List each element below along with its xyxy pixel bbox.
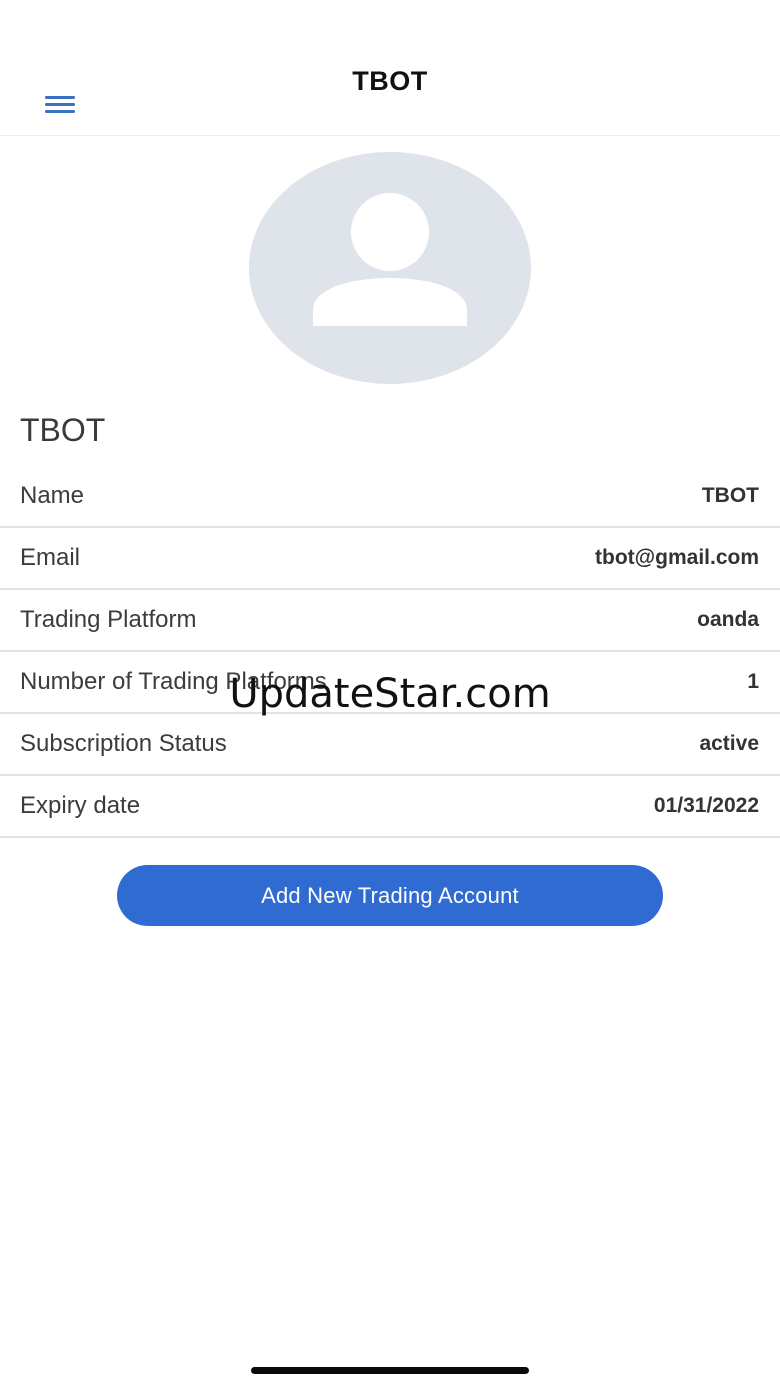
detail-value: TBOT xyxy=(701,484,759,507)
profile-name: TBOT xyxy=(20,412,106,448)
detail-label: Email xyxy=(20,544,81,571)
detail-label: Number of Trading Platforms xyxy=(20,668,327,695)
account-details-list: Name TBOT Email tbot@gmail.com Trading P… xyxy=(0,466,780,838)
detail-row-subscription-status: Subscription Status active xyxy=(0,714,780,776)
detail-row-expiry-date: Expiry date 01/31/2022 xyxy=(0,776,780,838)
detail-value: active xyxy=(699,732,759,755)
detail-row-platform-count: Number of Trading Platforms 1 xyxy=(0,652,780,714)
detail-value: oanda xyxy=(697,608,759,631)
detail-value: tbot@gmail.com xyxy=(595,546,759,569)
add-trading-account-button[interactable]: Add New Trading Account xyxy=(117,865,663,926)
detail-label: Subscription Status xyxy=(20,730,227,757)
detail-value: 01/31/2022 xyxy=(653,794,759,817)
detail-row-email: Email tbot@gmail.com xyxy=(0,528,780,590)
detail-value: 1 xyxy=(747,670,759,693)
detail-row-trading-platform: Trading Platform oanda xyxy=(0,590,780,652)
avatar xyxy=(249,152,531,384)
page-title: TBOT xyxy=(352,66,428,96)
user-avatar-placeholder-icon xyxy=(249,152,531,384)
detail-label: Trading Platform xyxy=(20,606,197,633)
detail-label: Name xyxy=(20,482,85,509)
home-indicator[interactable] xyxy=(251,1367,529,1374)
app-header: TBOT xyxy=(0,0,780,136)
detail-label: Expiry date xyxy=(20,792,141,819)
detail-row-name: Name TBOT xyxy=(0,466,780,528)
